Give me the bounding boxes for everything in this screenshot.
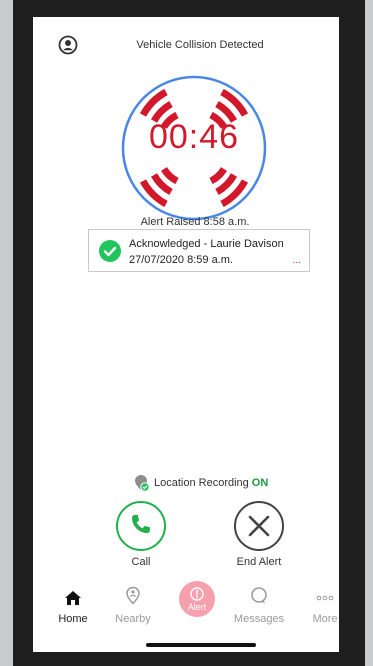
phone-icon — [132, 514, 150, 533]
acknowledged-time-text: 27/07/2020 8:59 a.m. — [129, 254, 233, 266]
location-recording-label: Location Recording — [154, 477, 249, 489]
location-pin-check-icon — [135, 475, 150, 492]
nav-nearby-label: Nearby — [115, 613, 151, 625]
call-label: Call — [131, 556, 151, 568]
call-button[interactable] — [116, 501, 166, 551]
location-pin-icon — [126, 586, 140, 605]
end-alert-button[interactable] — [234, 501, 284, 551]
home-icon — [65, 591, 81, 605]
nav-item-alert[interactable]: Alert — [179, 581, 215, 617]
more-dots-icon — [316, 595, 334, 601]
nav-messages-label: Messages — [233, 613, 285, 625]
nav-alert-label: Alert — [187, 601, 207, 612]
nav-home-label: Home — [58, 613, 88, 625]
bottom-navigation: Home Nearby Alert Messages More — [33, 581, 339, 630]
nav-more-label: More — [312, 613, 338, 625]
countdown-timer: 00:46 — [148, 118, 240, 156]
page-title: Vehicle Collision Detected — [136, 39, 264, 51]
check-circle-icon — [99, 240, 121, 262]
acknowledgement-card[interactable]: Acknowledged - Laurie Davison 27/07/2020… — [88, 229, 310, 272]
more-ellipsis[interactable]: ... — [293, 255, 301, 266]
acknowledged-by-text: Acknowledged - Laurie Davison — [129, 238, 284, 250]
home-indicator — [146, 643, 256, 647]
location-recording-on: ON — [251, 477, 269, 489]
nav-item-home[interactable]: Home — [43, 590, 103, 625]
end-alert-label: End Alert — [236, 556, 282, 568]
nav-item-more[interactable]: More — [295, 590, 355, 625]
nav-item-messages[interactable]: Messages — [229, 586, 289, 625]
close-icon — [248, 515, 270, 537]
location-recording-status: Location Recording ON — [134, 474, 268, 492]
user-circle-icon[interactable] — [58, 35, 78, 55]
alert-icon — [190, 586, 204, 601]
nav-item-nearby[interactable]: Nearby — [103, 586, 163, 625]
chat-bubble-icon — [251, 587, 267, 604]
alert-raised-text: Alert Raised 8:58 a.m. — [140, 216, 250, 228]
